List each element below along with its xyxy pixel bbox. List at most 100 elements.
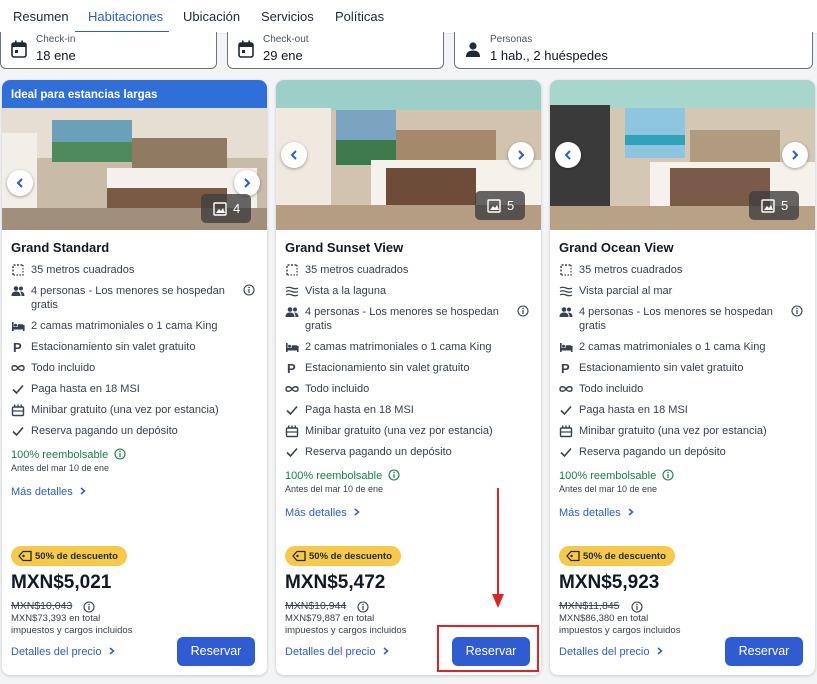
chevron-left-icon [16,178,23,188]
tab-habitaciones[interactable]: Habitaciones [88,9,163,24]
checkin-value: 18 ene [36,48,76,63]
feature-text: Reserva pagando un depósito [31,425,178,437]
feature-text: Vista parcial al mar [579,285,673,297]
tab-servicios[interactable]: Servicios [261,9,314,24]
refund-status: 100% reembolsable [285,469,400,482]
refund-text: 100% reembolsable [285,470,383,482]
parking-icon: P [559,361,573,376]
prev-photo-button[interactable] [7,170,33,196]
info-icon[interactable] [517,305,529,321]
more-details-link[interactable]: Más detalles [285,507,362,519]
guests-field[interactable]: Personas 1 hab., 2 huéspedes [454,32,813,69]
feature-text: 35 metros cuadrados [31,264,135,276]
feature-text: Paga hasta en 18 MSI [579,404,688,416]
more-details-link[interactable]: Más detalles [559,507,636,519]
guests-label: Personas [490,34,533,45]
price-total-note: impuestos y cargos incluidos [11,625,133,636]
price-original: MXN$10,043 [11,600,73,612]
photo-count: 5 [781,198,789,213]
chevron-right-icon [73,486,88,498]
price-total: MXN$79,887 en total [285,613,375,624]
next-photo-button[interactable] [782,142,808,168]
check-icon [559,445,573,459]
price-total: MXN$86,380 en total [559,613,649,624]
guests-value: 1 hab., 2 huéspedes [490,48,608,63]
price-total-note: impuestos y cargos incluidos [559,625,681,636]
room-name: Grand Ocean View [559,240,674,255]
svg-text:P: P [287,361,296,375]
photo-count: 4 [233,201,241,216]
more-details-label: Más detalles [285,507,347,519]
refund-text: 100% reembolsable [559,470,657,482]
feature-text: 4 personas - Los menores se hospedan gra… [31,285,225,311]
feature-text: 35 metros cuadrados [305,264,409,276]
reserve-button[interactable]: Reservar [725,637,803,666]
info-icon[interactable] [114,448,126,461]
checkin-field[interactable]: Check-in 18 ene [0,32,217,69]
area-icon [285,263,299,277]
chevron-left-icon [564,150,571,160]
discount-label: 50% de descuento [309,551,392,562]
photo-count-badge[interactable]: 5 [475,191,525,220]
next-photo-button[interactable] [234,170,260,196]
info-icon[interactable] [791,305,803,321]
minibar-icon [559,424,573,438]
area-icon [559,263,573,277]
price-details-label: Detalles del precio [285,646,376,658]
card-banner: Ideal para estancias largas [2,80,267,108]
feature-text: Estacionamiento sin valet gratuito [305,362,470,374]
price-total-note: impuestos y cargos incluidos [285,625,407,636]
price-details-link[interactable]: Detalles del precio [559,646,665,658]
tag-icon [18,550,32,562]
photo-count-badge[interactable]: 5 [749,191,799,220]
chevron-right-icon [102,646,117,658]
more-details-link[interactable]: Más detalles [11,486,88,498]
info-icon[interactable] [662,469,674,482]
tab-politicas[interactable]: Políticas [335,9,384,24]
feature-text: 35 metros cuadrados [579,264,683,276]
price-details-link[interactable]: Detalles del precio [285,646,391,658]
feature-text: Todo incluido [579,383,644,395]
discount-label: 50% de descuento [35,551,118,562]
tab-ubicacion[interactable]: Ubicación [183,9,240,24]
room-photo[interactable]: 5 [550,80,815,230]
infinity-icon [559,382,573,396]
feature-text: Paga hasta en 18 MSI [31,383,140,395]
feature-text: Minibar gratuito (una vez por estancia) [31,404,219,416]
price-original: MXN$10,944 [285,600,347,612]
next-photo-button[interactable] [508,142,534,168]
person-icon [466,42,480,57]
check-icon [11,424,25,438]
discount-badge: 50% de descuento [11,546,127,566]
prev-photo-button[interactable] [281,142,307,168]
more-details-label: Más detalles [559,507,621,519]
feature-text: Vista a la laguna [305,285,387,297]
room-photo[interactable]: 4 [2,108,267,230]
feature-text: Estacionamiento sin valet gratuito [579,362,744,374]
refund-note: Antes del mar 10 de ene [285,484,384,494]
refund-note: Antes del mar 10 de ene [559,484,658,494]
chevron-right-icon [792,150,799,160]
photo-count-badge[interactable]: 4 [201,194,251,223]
feature-text: Todo incluido [31,362,96,374]
area-icon [11,263,25,277]
tab-resumen[interactable]: Resumen [13,9,69,24]
price-current: MXN$5,021 [11,572,112,593]
checkout-field[interactable]: Check-out 29 ene [227,32,444,69]
parking-icon: P [11,340,25,355]
info-icon[interactable] [388,469,400,482]
check-icon [559,403,573,417]
feature-text: Reserva pagando un depósito [579,446,726,458]
chevron-right-icon [650,646,665,658]
feature-text: 2 camas matrimoniales o 1 cama King [305,341,492,353]
prev-photo-button[interactable] [555,142,581,168]
room-photo[interactable]: 5 [276,80,541,230]
price-details-link[interactable]: Detalles del precio [11,646,117,658]
feature-text: Todo incluido [305,383,370,395]
discount-badge: 50% de descuento [559,546,675,566]
room-name: Grand Sunset View [285,240,404,255]
refund-note: Antes del mar 10 de ene [11,463,110,473]
infinity-icon [11,361,25,375]
info-icon[interactable] [243,284,255,300]
reserve-button[interactable]: Reservar [177,637,255,666]
